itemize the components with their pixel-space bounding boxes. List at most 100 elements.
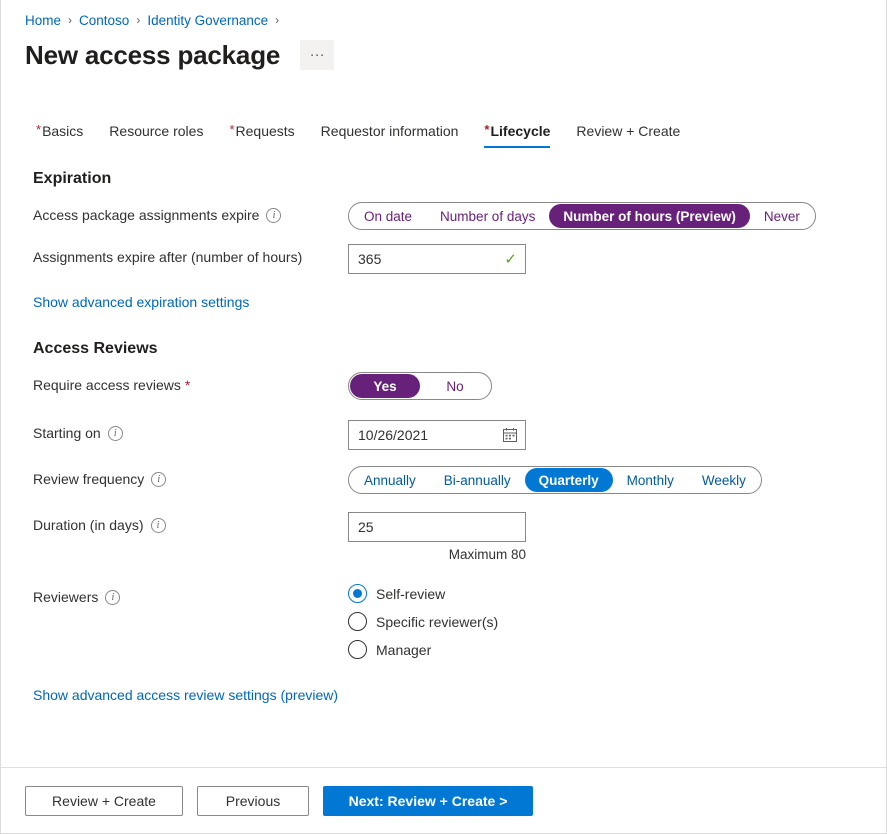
tab-requestor-information[interactable]: Requestor information (308, 123, 472, 148)
access-reviews-section-title: Access Reviews (1, 340, 886, 358)
require-access-reviews-field: Yes No (348, 372, 886, 400)
breadcrumb-item-home[interactable]: Home (25, 13, 61, 28)
review-create-button[interactable]: Review + Create (25, 786, 183, 816)
wizard-tabs: *Basics Resource roles *Requests Request… (1, 114, 886, 148)
duration-textbox[interactable] (348, 512, 526, 542)
radio-specific-reviewers[interactable]: Specific reviewer(s) (348, 612, 886, 631)
row-starting-on: Starting on i (1, 420, 886, 450)
tab-requests[interactable]: *Requests (216, 123, 307, 148)
radio-label: Manager (376, 642, 431, 658)
starting-on-datepicker[interactable] (348, 420, 526, 450)
radio-label: Specific reviewer(s) (376, 614, 498, 630)
radio-manager[interactable]: Manager (348, 640, 886, 659)
breadcrumb: Home › Contoso › Identity Governance › (1, 0, 886, 30)
info-icon[interactable]: i (266, 208, 281, 223)
require-access-reviews-label-group: Require access reviews * (33, 372, 348, 395)
breadcrumb-separator-icon: › (136, 13, 140, 27)
tab-label: Resource roles (109, 123, 203, 139)
choice-quarterly[interactable]: Quarterly (525, 468, 613, 492)
choice-number-of-hours-preview[interactable]: Number of hours (Preview) (549, 204, 750, 228)
tab-label: Lifecycle (490, 123, 550, 139)
expire-after-label-group: Assignments expire after (number of hour… (33, 244, 348, 267)
breadcrumb-separator-icon: › (68, 13, 72, 27)
review-frequency-field: Annually Bi-annually Quarterly Monthly W… (348, 466, 886, 494)
reviewers-field: Self-review Specific reviewer(s) Manager (348, 584, 886, 659)
reviewers-label: Reviewers (33, 588, 98, 607)
review-frequency-label: Review frequency (33, 470, 144, 489)
row-duration: Duration (in days) i Maximum 80 (1, 512, 886, 562)
calendar-icon[interactable] (502, 427, 518, 443)
choice-on-date[interactable]: On date (350, 204, 426, 228)
next-review-create-button[interactable]: Next: Review + Create > (323, 786, 533, 816)
title-row: New access package ··· (1, 30, 886, 76)
wizard-footer: Review + Create Previous Next: Review + … (1, 767, 886, 833)
choice-annually[interactable]: Annually (350, 468, 430, 492)
row-assignments-expire: Access package assignments expire i On d… (1, 202, 886, 232)
duration-field: Maximum 80 (348, 512, 886, 562)
breadcrumb-item-contoso[interactable]: Contoso (79, 13, 129, 28)
tab-label: Review + Create (576, 123, 680, 139)
info-icon[interactable]: i (151, 472, 166, 487)
breadcrumb-separator-icon: › (275, 13, 279, 27)
choice-monthly[interactable]: Monthly (613, 468, 688, 492)
new-access-package-blade: Home › Contoso › Identity Governance › N… (0, 0, 887, 834)
expiration-section-title: Expiration (1, 170, 886, 188)
require-access-reviews-choice-group: Yes No (348, 372, 492, 400)
expire-after-textbox[interactable]: ✓ (348, 244, 526, 274)
reviewers-label-group: Reviewers i (33, 584, 348, 607)
more-options-icon[interactable]: ··· (300, 40, 334, 70)
required-asterisk: * (229, 122, 234, 137)
duration-helper-text: Maximum 80 (348, 547, 526, 562)
choice-never[interactable]: Never (750, 204, 814, 228)
assignments-expire-label-group: Access package assignments expire i (33, 202, 348, 225)
assignments-expire-field: On date Number of days Number of hours (… (348, 202, 886, 230)
show-advanced-access-review-settings-link[interactable]: Show advanced access review settings (pr… (1, 687, 338, 703)
assignments-expire-choice-group: On date Number of days Number of hours (… (348, 202, 816, 230)
breadcrumb-item-identity-governance[interactable]: Identity Governance (147, 13, 268, 28)
tab-resource-roles[interactable]: Resource roles (96, 123, 216, 148)
expire-after-input[interactable] (349, 245, 525, 273)
lifecycle-form: Expiration Access package assignments ex… (1, 148, 886, 767)
info-icon[interactable]: i (108, 426, 123, 441)
duration-input[interactable] (349, 513, 525, 541)
tab-label: Requests (236, 123, 295, 139)
show-advanced-expiration-settings-link[interactable]: Show advanced expiration settings (1, 294, 249, 310)
review-frequency-label-group: Review frequency i (33, 466, 348, 489)
info-icon[interactable]: i (151, 518, 166, 533)
radio-self-review[interactable]: Self-review (348, 584, 886, 603)
duration-label: Duration (in days) (33, 516, 144, 535)
required-asterisk: * (36, 122, 41, 137)
previous-button[interactable]: Previous (197, 786, 309, 816)
tab-label: Requestor information (321, 123, 459, 139)
row-review-frequency: Review frequency i Annually Bi-annually … (1, 466, 886, 496)
choice-bi-annually[interactable]: Bi-annually (430, 468, 525, 492)
starting-on-label: Starting on (33, 424, 101, 443)
require-access-reviews-label: Require access reviews (33, 376, 181, 395)
choice-yes[interactable]: Yes (350, 374, 420, 398)
expire-after-label: Assignments expire after (number of hour… (33, 248, 302, 267)
review-frequency-choice-group: Annually Bi-annually Quarterly Monthly W… (348, 466, 762, 494)
starting-on-field (348, 420, 886, 450)
required-asterisk: * (484, 122, 489, 137)
required-asterisk: * (185, 376, 190, 395)
radio-indicator-icon (348, 584, 367, 603)
row-expire-after: Assignments expire after (number of hour… (1, 244, 886, 274)
radio-label: Self-review (376, 586, 445, 602)
starting-on-label-group: Starting on i (33, 420, 348, 443)
tab-lifecycle[interactable]: *Lifecycle (471, 123, 563, 148)
duration-label-group: Duration (in days) i (33, 512, 348, 535)
choice-number-of-days[interactable]: Number of days (426, 204, 549, 228)
assignments-expire-label: Access package assignments expire (33, 206, 259, 225)
tab-basics[interactable]: *Basics (23, 123, 96, 148)
page-title: New access package (25, 40, 280, 70)
choice-no[interactable]: No (420, 374, 490, 398)
starting-on-input[interactable] (349, 421, 525, 449)
choice-weekly[interactable]: Weekly (688, 468, 760, 492)
radio-indicator-icon (348, 612, 367, 631)
info-icon[interactable]: i (105, 590, 120, 605)
tab-review-create[interactable]: Review + Create (563, 123, 693, 148)
expire-after-field: ✓ (348, 244, 886, 274)
reviewers-radio-group: Self-review Specific reviewer(s) Manager (348, 584, 886, 659)
row-reviewers: Reviewers i Self-review Specific reviewe… (1, 584, 886, 659)
radio-indicator-icon (348, 640, 367, 659)
